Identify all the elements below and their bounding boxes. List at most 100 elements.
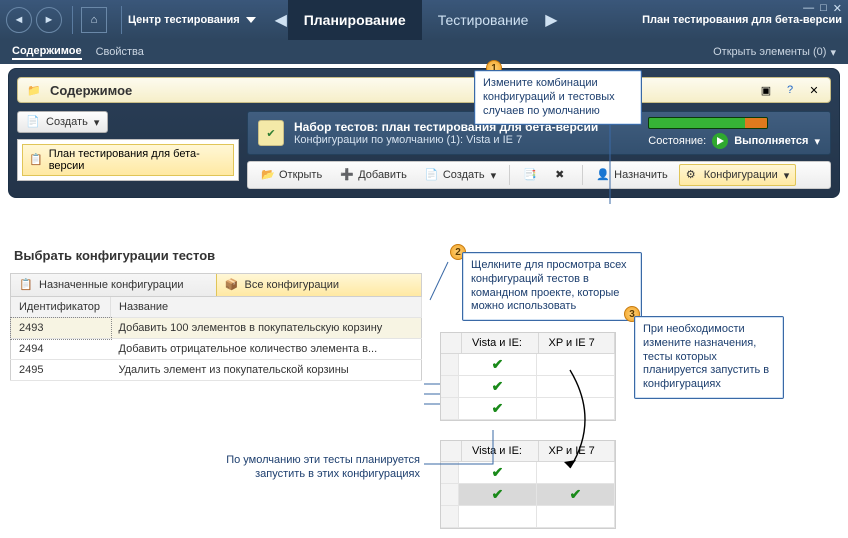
separator — [509, 165, 510, 185]
tab-scroll-right[interactable]: ▶ — [544, 0, 558, 40]
tab-testing[interactable]: Тестирование — [422, 0, 545, 40]
check-icon: ✔ — [492, 486, 504, 503]
matrix-cell[interactable]: ✔ — [459, 354, 537, 376]
check-icon: ✔ — [492, 378, 504, 395]
new-icon: 📄 — [26, 115, 40, 129]
new-icon: 📄 — [425, 168, 439, 182]
copy-button[interactable]: 📑 — [516, 164, 544, 186]
separator — [121, 6, 122, 34]
matrix-col1: Vista и IE: — [462, 333, 539, 353]
table-row[interactable]: 2495Удалить элемент из покупательской ко… — [11, 360, 422, 381]
title-bar: ◄ ► ⌂ Центр тестирования ◀ Планирование … — [0, 0, 848, 40]
plan-breadcrumb[interactable]: План тестирования для бета-версии — [642, 14, 842, 26]
config-table: Идентификатор Название 2493Добавить 100 … — [10, 297, 422, 381]
cell-name: Добавить отрицательное количество элемен… — [111, 339, 422, 360]
open-items-label: Открыть элементы (0) — [713, 46, 826, 58]
add-button[interactable]: ➕ Добавить — [333, 164, 414, 186]
config-matrix-default: Vista и IE:XP и IE 7 ✔ ✔ ✔ — [440, 332, 616, 421]
state-value[interactable]: Выполняется — [734, 135, 808, 147]
matrix-cell[interactable] — [537, 354, 615, 376]
col-id[interactable]: Идентификатор — [11, 297, 111, 318]
create-button[interactable]: 📄 Создать ▾ — [17, 111, 108, 133]
minimize-button[interactable]: — — [803, 2, 814, 15]
cell-id: 2495 — [11, 360, 111, 381]
open-label: Открыть — [279, 169, 322, 181]
cell-id: 2493 — [11, 318, 111, 339]
app-title: Центр тестирования — [128, 14, 240, 26]
folder-icon: 📁 — [26, 82, 42, 98]
chevron-down-icon — [246, 17, 256, 23]
tab-assigned-configs[interactable]: 📋 Назначенные конфигурации — [11, 274, 216, 296]
add-label: Добавить — [358, 169, 407, 181]
add-icon: ➕ — [340, 168, 354, 182]
maximize-button[interactable]: □ — [820, 2, 827, 15]
matrix-cell[interactable]: ✔ — [459, 376, 537, 398]
matrix-cell[interactable] — [537, 376, 615, 398]
matrix-col1: Vista и IE: — [462, 441, 539, 461]
subtab-properties[interactable]: Свойства — [96, 46, 144, 58]
open-icon: 📂 — [261, 168, 275, 182]
chevron-down-icon: ▾ — [814, 135, 820, 148]
separator — [582, 165, 583, 185]
maximize-panel-icon[interactable]: ▣ — [758, 82, 774, 98]
config-tabs: 📋 Назначенные конфигурации 📦Все конфигура… — [10, 273, 422, 297]
matrix-cell[interactable]: ✔ — [537, 484, 615, 506]
home-button[interactable]: ⌂ — [81, 7, 107, 33]
tab-assigned-label: Назначенные конфигурации — [39, 279, 184, 291]
close-button[interactable]: ✕ — [833, 2, 842, 15]
config-selection: Выбрать конфигурации тестов 📋Назначенные… — [10, 242, 422, 381]
close-panel-icon[interactable]: ✕ — [806, 82, 822, 98]
open-items-link[interactable]: Открыть элементы (0) ▾ — [713, 46, 836, 59]
matrix-cell[interactable]: ✔ — [459, 484, 537, 506]
delete-icon: ✖ — [555, 168, 569, 182]
assigned-icon: 📋 — [19, 278, 33, 292]
matrix-cell[interactable]: ✔ — [459, 398, 537, 420]
check-icon: ✔ — [570, 486, 582, 503]
tree-item-plan[interactable]: 📋 План тестирования для бета-версии — [22, 144, 234, 176]
callout-1: Измените комбинации конфигураций и тесто… — [474, 70, 642, 125]
back-button[interactable]: ◄ — [6, 7, 32, 33]
check-icon: ✔ — [492, 464, 504, 481]
suite-subtitle: Конфигурации по умолчанию (1): Vista и I… — [294, 134, 598, 146]
cell-id: 2494 — [11, 339, 111, 360]
suite-icon: ✔ — [258, 120, 284, 146]
table-row[interactable]: 2494Добавить отрицательное количество эл… — [11, 339, 422, 360]
window-controls: — □ ✕ — [803, 2, 842, 15]
matrix-cell[interactable] — [537, 398, 615, 420]
matrix-cell[interactable] — [459, 506, 537, 528]
tab-all-configs[interactable]: 📦Все конфигурации — [216, 274, 422, 296]
main-tabs: ◀ Планирование Тестирование ▶ — [274, 0, 559, 40]
default-note: По умолчанию эти тесты планируется запус… — [180, 454, 420, 482]
col-name[interactable]: Название — [111, 297, 422, 318]
check-icon: ✔ — [492, 356, 504, 373]
forward-button[interactable]: ► — [36, 7, 62, 33]
table-row[interactable]: 2493Добавить 100 элементов в покупательс… — [11, 318, 422, 339]
matrix-col2: XP и IE 7 — [539, 441, 616, 461]
cell-name: Удалить элемент из покупательской корзин… — [111, 360, 422, 381]
check-icon: ✔ — [492, 400, 504, 417]
open-button[interactable]: 📂 Открыть — [254, 164, 329, 186]
play-icon — [712, 133, 728, 149]
subtab-contents[interactable]: Содержимое — [12, 45, 82, 60]
assign-button[interactable]: 👤Назначить — [589, 164, 675, 186]
help-icon[interactable]: ? — [782, 82, 798, 98]
plan-icon: 📋 — [29, 153, 43, 167]
matrix-cell[interactable]: ✔ — [459, 462, 537, 484]
app-title-dropdown[interactable]: Центр тестирования — [128, 14, 256, 26]
create-button[interactable]: 📄Создать▾ — [418, 164, 503, 186]
table-header-row: Идентификатор Название — [11, 297, 422, 318]
toolbar: 📂Открыть ➕Добавить 📄Создать▾ 📑 ✖ 👤Назнач… — [247, 161, 831, 189]
create-label: Создать — [46, 116, 88, 128]
matrix-cell[interactable] — [537, 462, 615, 484]
create-label: Создать — [443, 169, 485, 181]
tab-scroll-left[interactable]: ◀ — [274, 0, 288, 40]
delete-button[interactable]: ✖ — [548, 164, 576, 186]
configurations-button[interactable]: ⚙Конфигурации▾ — [679, 164, 797, 186]
matrix-cell[interactable] — [537, 506, 615, 528]
tab-planning[interactable]: Планирование — [288, 0, 422, 40]
tree-item-label: План тестирования для бета-версии — [49, 148, 227, 172]
suite-progress — [648, 117, 768, 129]
state-label: Состояние: — [648, 135, 706, 147]
assign-label: Назначить — [614, 169, 668, 181]
sub-nav: Содержимое Свойства Открыть элементы (0)… — [0, 40, 848, 64]
